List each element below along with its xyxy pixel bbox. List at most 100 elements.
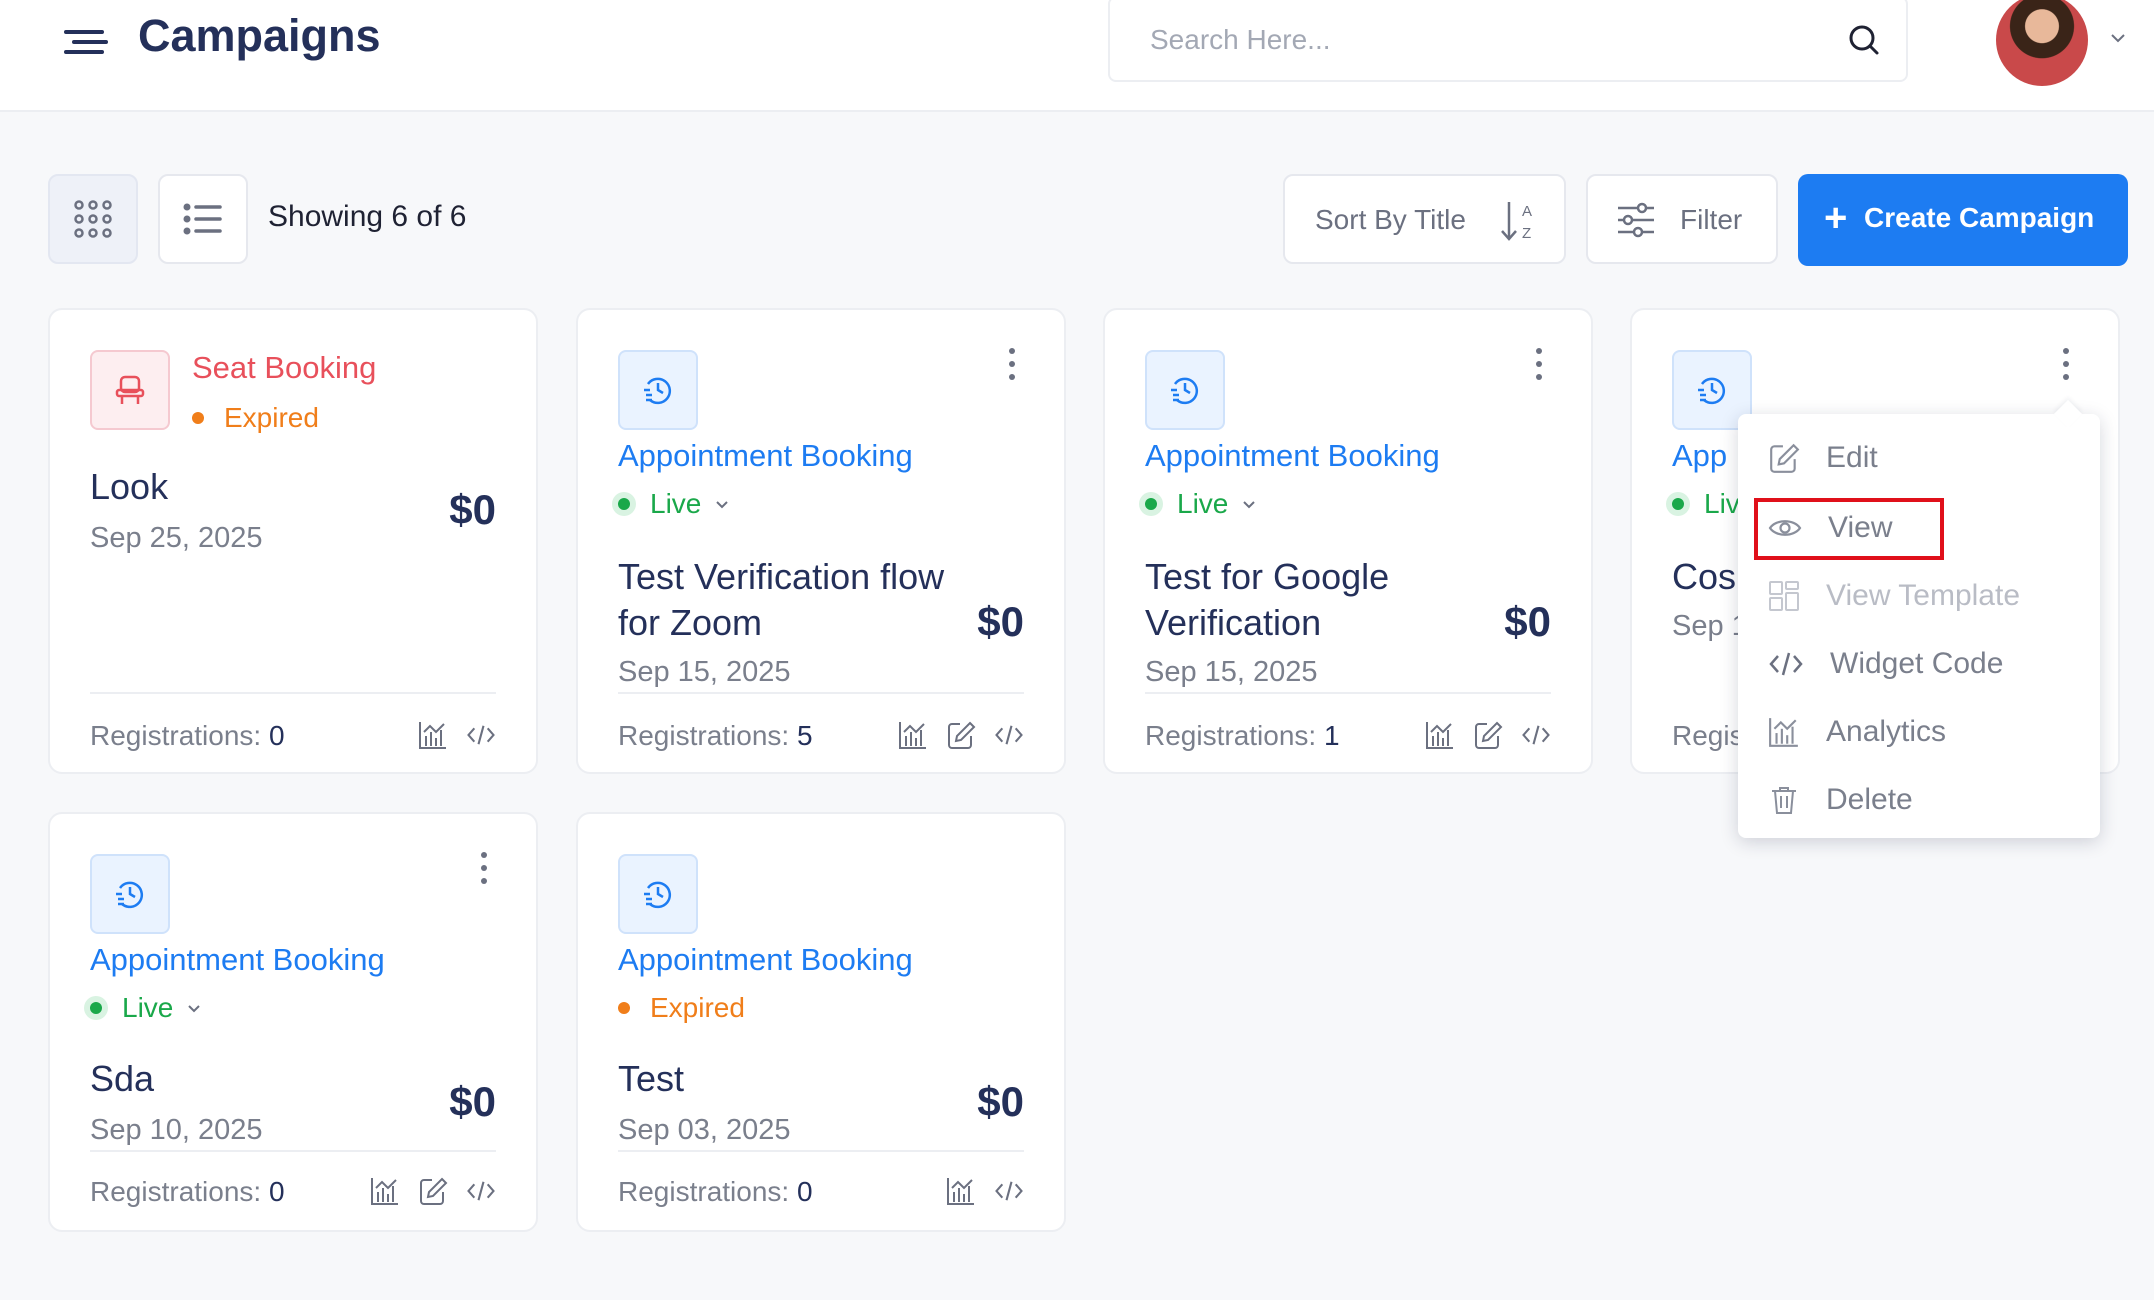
kebab-icon[interactable]	[1002, 348, 1022, 386]
registrations: Regis	[1672, 720, 1744, 751]
code-icon[interactable]	[994, 1176, 1024, 1206]
svg-text:Z: Z	[1522, 225, 1531, 242]
campaign-date: Sep 25, 2025	[90, 522, 263, 554]
analytics-icon[interactable]	[418, 720, 448, 750]
registrations: Registrations: 5	[618, 720, 813, 751]
divider	[1145, 692, 1551, 694]
status-badge: Expired	[192, 402, 319, 434]
campaign-type: Appointment Booking	[90, 942, 385, 977]
campaign-price: $0	[449, 486, 496, 533]
campaign-type: App	[1672, 438, 1728, 473]
campaign-name: Test for Google Verification	[1145, 556, 1390, 643]
create-campaign-label: Create Campaign	[1864, 202, 2095, 233]
sort-az-icon: A Z	[1501, 202, 1532, 242]
card-actions	[946, 1176, 1024, 1206]
code-icon[interactable]	[466, 720, 496, 750]
divider	[618, 1150, 1024, 1152]
page-title: Campaigns	[138, 10, 381, 61]
card-options-menu: Edit View View Template Widget Code Anal…	[1738, 399, 2100, 838]
status-dropdown[interactable]: Live	[1145, 488, 1258, 520]
grid-view-button[interactable]	[48, 174, 138, 264]
clock-icon	[618, 854, 698, 934]
filter-sliders-icon	[1618, 202, 1654, 238]
campaign-name: Test Verification flow for Zoom	[618, 556, 945, 643]
grid-view-icon	[74, 200, 112, 238]
campaign-name: Test	[618, 1058, 685, 1099]
campaign-name: Sda	[90, 1058, 155, 1099]
list-view-icon	[183, 203, 222, 235]
campaign-price: $0	[977, 598, 1024, 645]
campaign-card[interactable]: Appointment Booking Live Sda Sep 10, 202…	[48, 812, 538, 1232]
campaign-price: $0	[977, 1078, 1024, 1125]
divider	[90, 692, 496, 694]
search-icon[interactable]	[1842, 18, 1886, 62]
campaign-card[interactable]: Seat Booking Expired Look Sep 25, 2025 $…	[48, 308, 538, 774]
campaign-price: $0	[449, 1078, 496, 1125]
search-input[interactable]	[1150, 20, 1790, 60]
chevron-down-icon[interactable]	[2106, 26, 2130, 50]
menu-item-analytics[interactable]: Analytics	[1768, 706, 2068, 758]
campaign-type: Appointment Booking	[1145, 438, 1440, 473]
menu-item-view-template[interactable]: View Template	[1768, 570, 2068, 622]
plus-icon: +	[1824, 196, 1848, 240]
card-actions	[898, 720, 1024, 750]
campaign-date: Sep 1	[1672, 610, 1748, 642]
clock-icon	[618, 350, 698, 430]
view-highlight-box	[1754, 498, 1944, 560]
create-campaign-button[interactable]: + Create Campaign	[1798, 174, 2128, 266]
sort-label: Sort By Title	[1315, 204, 1466, 235]
edit-icon[interactable]	[946, 720, 976, 750]
filter-label: Filter	[1680, 204, 1743, 235]
card-actions	[370, 1176, 496, 1206]
menu-item-delete[interactable]: Delete	[1768, 774, 2068, 826]
campaign-card[interactable]: Appointment Booking Expired Test Sep 03,…	[576, 812, 1066, 1232]
analytics-icon[interactable]	[898, 720, 928, 750]
campaign-date: Sep 03, 2025	[618, 1114, 791, 1146]
status-dropdown[interactable]: Live	[90, 992, 203, 1024]
sort-button[interactable]: Sort By Title A Z	[1283, 174, 1566, 264]
status-dropdown[interactable]: Live	[618, 488, 731, 520]
campaign-type: Seat Booking	[192, 350, 377, 385]
campaign-type: Appointment Booking	[618, 438, 913, 473]
campaign-date: Sep 10, 2025	[90, 1114, 263, 1146]
registrations: Registrations: 0	[90, 720, 285, 751]
menu-item-widget-code[interactable]: Widget Code	[1768, 638, 2068, 690]
menu-item-edit[interactable]: Edit	[1768, 432, 2068, 484]
divider	[618, 692, 1024, 694]
seat-icon	[90, 350, 170, 430]
analytics-icon[interactable]	[370, 1176, 400, 1206]
kebab-icon[interactable]	[2056, 348, 2076, 386]
campaign-card[interactable]: Appointment Booking Live Test Verificati…	[576, 308, 1066, 774]
kebab-icon[interactable]	[1529, 348, 1549, 386]
campaign-card[interactable]: Appointment Booking Live Test for Google…	[1103, 308, 1593, 774]
registrations: Registrations: 0	[90, 1176, 285, 1207]
edit-icon[interactable]	[1473, 720, 1503, 750]
edit-icon	[1770, 443, 1800, 473]
analytics-icon	[1769, 718, 1798, 747]
showing-count: Showing 6 of 6	[268, 200, 467, 233]
registrations: Registrations: 0	[618, 1176, 813, 1207]
divider	[90, 1150, 496, 1152]
code-icon	[1769, 652, 1803, 676]
analytics-icon[interactable]	[1425, 720, 1455, 750]
campaign-name: Look	[90, 466, 169, 507]
campaign-price: $0	[1504, 598, 1551, 645]
status-dropdown[interactable]: Liv	[1672, 488, 1740, 520]
analytics-icon[interactable]	[946, 1176, 976, 1206]
code-icon[interactable]	[466, 1176, 496, 1206]
hamburger-icon[interactable]	[62, 22, 110, 62]
card-actions	[1425, 720, 1551, 750]
edit-icon[interactable]	[418, 1176, 448, 1206]
trash-icon	[1772, 787, 1796, 814]
campaign-date: Sep 15, 2025	[618, 656, 791, 688]
filter-button[interactable]: Filter	[1586, 174, 1778, 264]
top-bar: Campaigns	[0, 0, 2154, 112]
status-badge: Expired	[618, 992, 745, 1024]
avatar[interactable]	[1996, 0, 2088, 86]
code-icon[interactable]	[994, 720, 1024, 750]
kebab-icon[interactable]	[474, 852, 494, 890]
campaign-date: Sep 15, 2025	[1145, 656, 1318, 688]
code-icon[interactable]	[1521, 720, 1551, 750]
list-view-button[interactable]	[158, 174, 248, 264]
registrations: Registrations: 1	[1145, 720, 1340, 751]
